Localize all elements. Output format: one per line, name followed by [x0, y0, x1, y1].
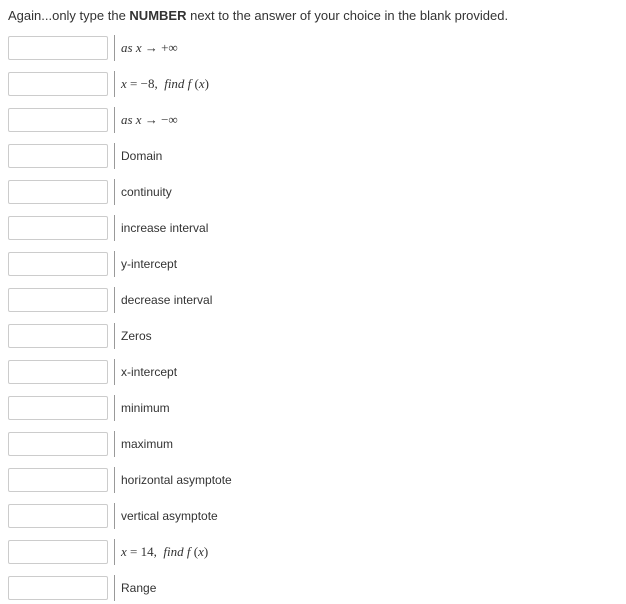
row-label: continuity [121, 185, 172, 199]
row-label: Zeros [121, 329, 152, 343]
answer-row: Domain [8, 143, 618, 169]
separator-bar [114, 359, 115, 385]
answer-input[interactable] [8, 252, 108, 276]
separator-bar [114, 35, 115, 61]
answer-input[interactable] [8, 180, 108, 204]
row-label: as x → −∞ [121, 112, 178, 128]
separator-bar [114, 395, 115, 421]
answer-row: increase interval [8, 215, 618, 241]
separator-bar [114, 143, 115, 169]
separator-bar [114, 503, 115, 529]
answer-input[interactable] [8, 72, 108, 96]
row-label: Range [121, 581, 156, 595]
instruction-text: Again...only type the NUMBER next to the… [8, 8, 618, 23]
answer-row: as x → −∞ [8, 107, 618, 133]
row-label: x = 14, find f (x) [121, 544, 208, 560]
answer-input[interactable] [8, 360, 108, 384]
separator-bar [114, 71, 115, 97]
row-label: Domain [121, 149, 162, 163]
answer-row: Zeros [8, 323, 618, 349]
answer-row: x-intercept [8, 359, 618, 385]
answer-row: x = −8, find f (x) [8, 71, 618, 97]
answer-row: horizontal asymptote [8, 467, 618, 493]
answer-row: minimum [8, 395, 618, 421]
answer-row: vertical asymptote [8, 503, 618, 529]
rows-container: as x → +∞ x = −8, find f (x) as x → −∞ Doma… [8, 35, 618, 601]
answer-row: Range [8, 575, 618, 601]
instruction-prefix: Again...only type the [8, 8, 129, 23]
row-label: increase interval [121, 221, 208, 235]
row-label: vertical asymptote [121, 509, 218, 523]
answer-input[interactable] [8, 576, 108, 600]
instruction-bold: NUMBER [129, 8, 186, 23]
answer-input[interactable] [8, 288, 108, 312]
answer-row: x = 14, find f (x) [8, 539, 618, 565]
instruction-suffix: next to the answer of your choice in the… [186, 8, 508, 23]
row-label: maximum [121, 437, 173, 451]
separator-bar [114, 251, 115, 277]
separator-bar [114, 323, 115, 349]
answer-input[interactable] [8, 504, 108, 528]
answer-input[interactable] [8, 540, 108, 564]
row-label: y-intercept [121, 257, 177, 271]
answer-input[interactable] [8, 216, 108, 240]
row-label: decrease interval [121, 293, 212, 307]
answer-input[interactable] [8, 468, 108, 492]
answer-input[interactable] [8, 396, 108, 420]
row-label: x-intercept [121, 365, 177, 379]
answer-row: maximum [8, 431, 618, 457]
row-label: horizontal asymptote [121, 473, 232, 487]
answer-row: y-intercept [8, 251, 618, 277]
separator-bar [114, 467, 115, 493]
answer-input[interactable] [8, 108, 108, 132]
answer-input[interactable] [8, 144, 108, 168]
separator-bar [114, 107, 115, 133]
separator-bar [114, 539, 115, 565]
row-label: minimum [121, 401, 170, 415]
separator-bar [114, 575, 115, 601]
answer-row: continuity [8, 179, 618, 205]
row-label: x = −8, find f (x) [121, 76, 209, 92]
answer-row: as x → +∞ [8, 35, 618, 61]
answer-input[interactable] [8, 36, 108, 60]
row-label: as x → +∞ [121, 40, 178, 56]
answer-input[interactable] [8, 324, 108, 348]
answer-input[interactable] [8, 432, 108, 456]
separator-bar [114, 179, 115, 205]
separator-bar [114, 215, 115, 241]
separator-bar [114, 287, 115, 313]
separator-bar [114, 431, 115, 457]
answer-row: decrease interval [8, 287, 618, 313]
